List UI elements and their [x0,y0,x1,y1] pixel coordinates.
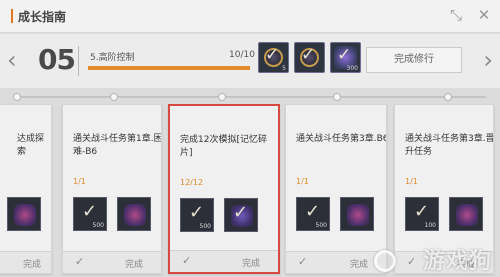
task-progress: 1/1 [296,177,309,186]
task-progress: 1/1 [73,177,86,186]
close-icon[interactable]: ✕ [474,5,494,25]
reward-item: ✓ 500 [296,197,330,231]
track-node [218,93,226,101]
task-card-footer: ✓ 完成 [170,250,278,272]
check-icon: ✓ [337,45,352,65]
task-progress: 12/12 [180,178,204,187]
stage-panel: ‹ 05 5.高阶控制 10/10 ✓ 5 ✓ ✓ 300 完成修行 › [0,34,500,88]
stage-reward-3[interactable]: ✓ 300 [330,42,361,73]
stage-reward-2[interactable]: ✓ [294,42,325,73]
check-icon: ✓ [414,201,430,222]
crystal-icon [124,204,146,226]
task-rewards: ✓ 500 ✓ [180,198,258,232]
check-icon: ✓ [305,201,321,222]
task-rewards: ✓ 500 [296,197,374,231]
reward-item [117,197,151,231]
check-icon: ✓ [75,255,85,268]
next-stage-arrow-icon[interactable]: › [483,48,493,72]
prev-stage-arrow-icon[interactable]: ‹ [7,48,17,72]
check-icon: ✓ [189,202,205,223]
complete-training-button[interactable]: 完成修行 [366,47,462,73]
task-done-label: 完成 [349,260,368,270]
check-icon: ✓ [82,201,98,222]
reward-item: ✓ 500 [73,197,107,231]
track-node [333,93,341,101]
task-rewards [7,197,41,231]
stage-number: 05 [38,43,76,76]
reward-item [7,197,41,231]
task-card-title: 完成12次模拟[记忆碎片] [180,135,267,158]
header-actions: ⤡ ✕ [446,5,494,25]
stage-progress-count: 10/10 [229,50,255,60]
task-card-footer: ✓ 完成 [63,251,161,273]
check-icon: ✓ [233,202,249,223]
task-done-label: 完成 [241,259,260,269]
task-done-label: 完成 [124,260,143,270]
task-rewards: ✓ 500 [73,197,151,231]
task-card-title: 通关战斗任务第1章.困难-B6 [73,134,162,157]
crystal-icon [456,204,478,226]
check-icon: ✓ [265,45,280,65]
reward-qty: 100 [424,222,436,229]
title-accent [11,9,13,23]
track-node [13,93,21,101]
reward-qty: 300 [346,65,358,72]
track-node [110,93,118,101]
task-rewards: ✓ 100 [405,197,483,231]
title-bar: 成长指南 ⤡ ✕ [0,0,500,33]
page-title: 成长指南 [18,10,67,24]
reward-qty: 500 [199,223,211,230]
task-card-title: 达成探索 [17,134,45,157]
task-card-1[interactable]: 达成探索 完成 [0,104,52,274]
reward-item: ✓ [224,198,258,232]
task-card-footer: 完成 [0,251,51,273]
task-card-title: 通关战斗任务第3章.晋升任务 [405,134,494,157]
task-track [14,96,486,98]
watermark-logo-icon [374,250,396,272]
track-node [444,93,452,101]
task-card-2[interactable]: 通关战斗任务第1章.困难-B6 1/1 ✓ 500 ✓ 完成 [62,104,162,274]
task-card-4[interactable]: 通关战斗任务第3章.B6 1/1 ✓ 500 ✓ 完成 [285,104,387,274]
stage-reward-1[interactable]: ✓ 5 [258,42,289,73]
check-icon: ✓ [407,255,417,268]
reward-item: ✓ 100 [405,197,439,231]
crystal-icon [14,204,36,226]
task-progress: 1/1 [405,177,418,186]
task-card-footer: ✓ 完成 [286,251,386,273]
task-card-title: 通关战斗任务第3章.B6 [296,134,387,144]
reward-item [449,197,483,231]
stage-progress-bar [88,66,250,70]
task-card-3[interactable]: 完成12次模拟[记忆碎片] 12/12 ✓ 500 ✓ ✓ 完成 [168,104,280,274]
check-icon: ✓ [182,254,192,267]
check-icon: ✓ [298,255,308,268]
task-done-label: 完成 [22,260,41,270]
collapse-icon[interactable]: ⤡ [446,5,466,25]
stage-progress-fill [88,66,250,70]
check-icon: ✓ [301,45,316,65]
crystal-icon [347,204,369,226]
reward-qty: 500 [92,222,104,229]
watermark: 游戏狗 [422,249,492,274]
reward-qty: 500 [315,222,327,229]
reward-item [340,197,374,231]
stage-name: 5.高阶控制 [90,53,135,63]
reward-item: ✓ 500 [180,198,214,232]
reward-qty: 5 [282,65,286,72]
stage-divider [78,46,79,76]
